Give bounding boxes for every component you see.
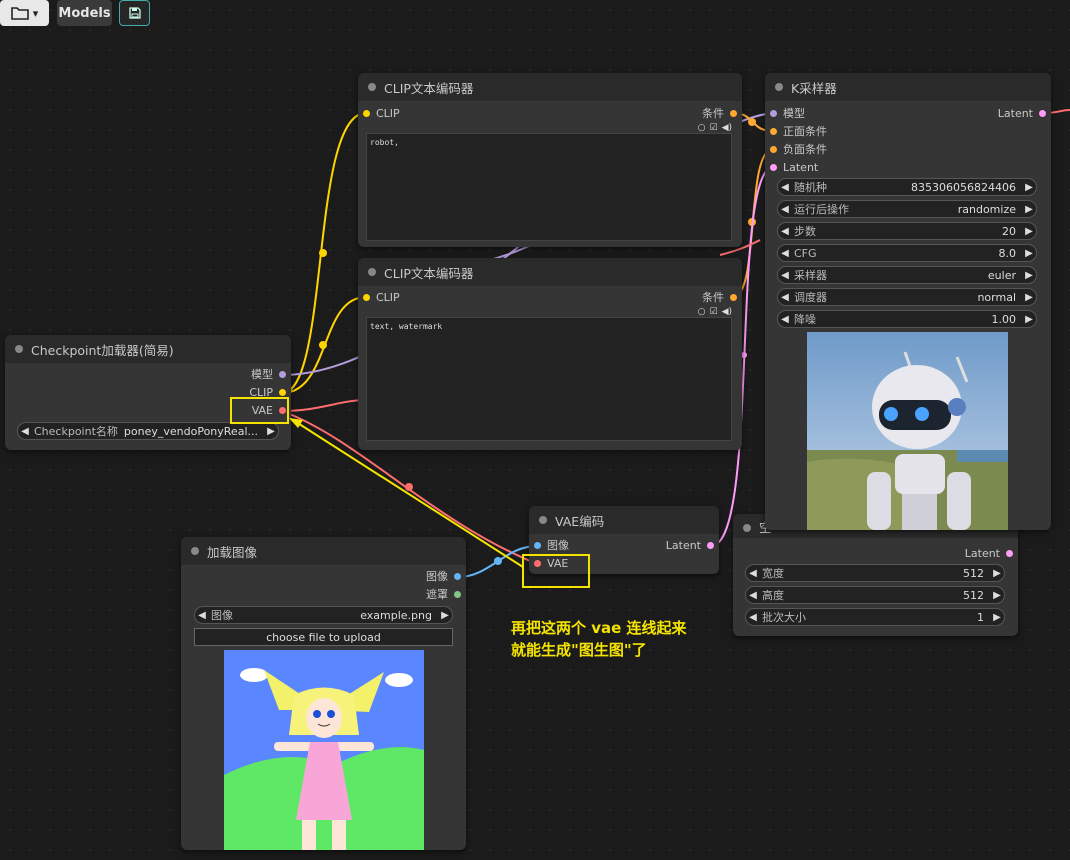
textarea-tools[interactable]: ○ ☑ ◀) [698,307,732,317]
circle-icon: ○ [697,123,706,133]
arrow-left-icon[interactable]: ◀ [778,270,792,281]
input-image-preview [224,650,424,850]
ksampler-widget[interactable]: ◀ 随机种 835306056824406 ▶ [777,178,1037,196]
textarea-tools[interactable]: ○ ☑ ◀) [698,123,732,133]
node-checkpoint-loader[interactable]: Checkpoint加载器(简易) 模型 CLIP VAE ◀ Checkpoin… [5,335,291,450]
workflow-menu-button[interactable]: ▾ [0,0,49,26]
collapse-dot[interactable] [191,547,199,555]
checkpoint-name-combo[interactable]: ◀ Checkpoint名称 poney_vendoPonyReal... ▶ [17,422,279,440]
chevron-down-icon: ▾ [32,6,39,20]
arrow-left-icon: ◀ [198,609,206,621]
preview-image [807,332,1008,530]
arrow-right-icon[interactable]: ▶ [990,590,1004,601]
node-clip-text-encode-negative[interactable]: CLIP文本编码器 CLIP 条件 ○ ☑ ◀) text, watermark [358,258,742,450]
ksampler-widget[interactable]: ◀ 采样器 euler ▶ [777,266,1037,284]
collapse-dot[interactable] [775,83,783,91]
upload-button[interactable]: choose file to upload [194,628,453,646]
input-negative[interactable]: 负面条件 [770,143,827,157]
folder-icon [10,7,29,20]
speaker-icon: ◀) [721,123,732,133]
node-empty-latent-image[interactable]: 空 Latent ◀宽度512▶◀高度512▶◀批次大小1▶ [733,514,1018,636]
node-title: 加载图像 [207,544,258,560]
arrow-left-icon[interactable]: ◀ [778,182,792,193]
arrow-left-icon[interactable]: ◀ [746,612,760,623]
checkbox-icon: ☑ [709,307,718,317]
collapse-dot[interactable] [15,345,23,353]
arrow-right-icon: ▶ [267,425,275,437]
input-vae[interactable]: VAE [534,557,568,571]
latent-widget[interactable]: ◀ 批次大小 1 ▶ [745,608,1005,626]
models-button[interactable]: Models [57,0,112,26]
node-clip-text-encode-positive[interactable]: CLIP文本编码器 CLIP 条件 ○ ☑ ◀) robot, [358,73,742,247]
node-load-image[interactable]: 加载图像 图像 遮罩 ◀ 图像 example.png ▶ choose file t… [181,537,466,850]
input-clip[interactable]: CLIP [363,291,400,305]
save-button[interactable] [119,0,150,26]
output-latent[interactable]: Latent [998,107,1046,121]
arrow-left-icon[interactable]: ◀ [778,204,792,215]
arrow-left-icon[interactable]: ◀ [778,248,792,259]
ksampler-widget[interactable]: ◀ 降噪 1.00 ▶ [777,310,1037,328]
output-mask[interactable]: 遮罩 [426,588,461,602]
collapse-dot[interactable] [539,516,547,524]
collapse-dot[interactable] [368,83,376,91]
arrow-left-icon: ◀ [21,425,29,437]
ksampler-widget[interactable]: ◀ 运行后操作 randomize ▶ [777,200,1037,218]
output-vae[interactable]: VAE [252,404,286,418]
output-conditioning[interactable]: 条件 [702,107,737,121]
output-latent[interactable]: Latent [965,547,1013,561]
arrow-left-icon[interactable]: ◀ [778,226,792,237]
arrow-left-icon[interactable]: ◀ [778,292,792,303]
prompt-textarea[interactable]: text, watermark [366,317,732,441]
annotation-text: 再把这两个 vae 连线起来 就能生成"图生图"了 [511,619,687,659]
image-combo[interactable]: ◀ 图像 example.png ▶ [194,606,453,624]
arrow-right-icon[interactable]: ▶ [990,612,1004,623]
arrow-left-icon[interactable]: ◀ [778,314,792,325]
ksampler-widget[interactable]: ◀ 调度器 normal ▶ [777,288,1037,306]
arrow-left-icon[interactable]: ◀ [746,568,760,579]
input-image[interactable]: 图像 [534,539,569,553]
collapse-dot[interactable] [743,524,751,532]
input-model[interactable]: 模型 [770,107,805,121]
arrow-right-icon[interactable]: ▶ [1022,226,1036,237]
node-title: CLIP文本编码器 [384,80,474,96]
arrow-right-icon[interactable]: ▶ [1022,204,1036,215]
node-title: Checkpoint加载器(简易) [31,342,174,358]
arrow-right-icon[interactable]: ▶ [990,568,1004,579]
latent-widget[interactable]: ◀ 宽度 512 ▶ [745,564,1005,582]
output-conditioning[interactable]: 条件 [702,291,737,305]
ksampler-widget[interactable]: ◀ CFG 8.0 ▶ [777,244,1037,262]
arrow-right-icon[interactable]: ▶ [1022,248,1036,259]
arrow-right-icon: ▶ [441,609,449,621]
output-latent[interactable]: Latent [666,539,714,553]
input-positive[interactable]: 正面条件 [770,125,827,139]
node-vae-encode[interactable]: VAE编码 图像 VAE Latent [529,506,719,574]
circle-icon: ○ [697,307,706,317]
output-model[interactable]: 模型 [251,368,286,382]
arrow-right-icon[interactable]: ▶ [1022,314,1036,325]
arrow-right-icon[interactable]: ▶ [1022,292,1036,303]
output-clip[interactable]: CLIP [249,386,286,400]
arrow-left-icon[interactable]: ◀ [746,590,760,601]
checkbox-icon: ☑ [709,123,718,133]
node-title: CLIP文本编码器 [384,265,474,281]
speaker-icon: ◀) [721,307,732,317]
input-clip[interactable]: CLIP [363,107,400,121]
input-latent[interactable]: Latent [770,161,818,175]
node-title: K采样器 [791,80,837,96]
node-ksampler[interactable]: K采样器 模型 正面条件 负面条件 Latent Latent ◀ 随机种 8353… [765,73,1051,530]
arrow-right-icon[interactable]: ▶ [1022,182,1036,193]
prompt-textarea[interactable]: robot, [366,133,732,241]
collapse-dot[interactable] [368,268,376,276]
floppy-disk-icon [128,7,141,19]
arrow-right-icon[interactable]: ▶ [1022,270,1036,281]
node-title: VAE编码 [555,513,605,529]
latent-widget[interactable]: ◀ 高度 512 ▶ [745,586,1005,604]
ksampler-widget[interactable]: ◀ 步数 20 ▶ [777,222,1037,240]
output-image[interactable]: 图像 [426,570,461,584]
